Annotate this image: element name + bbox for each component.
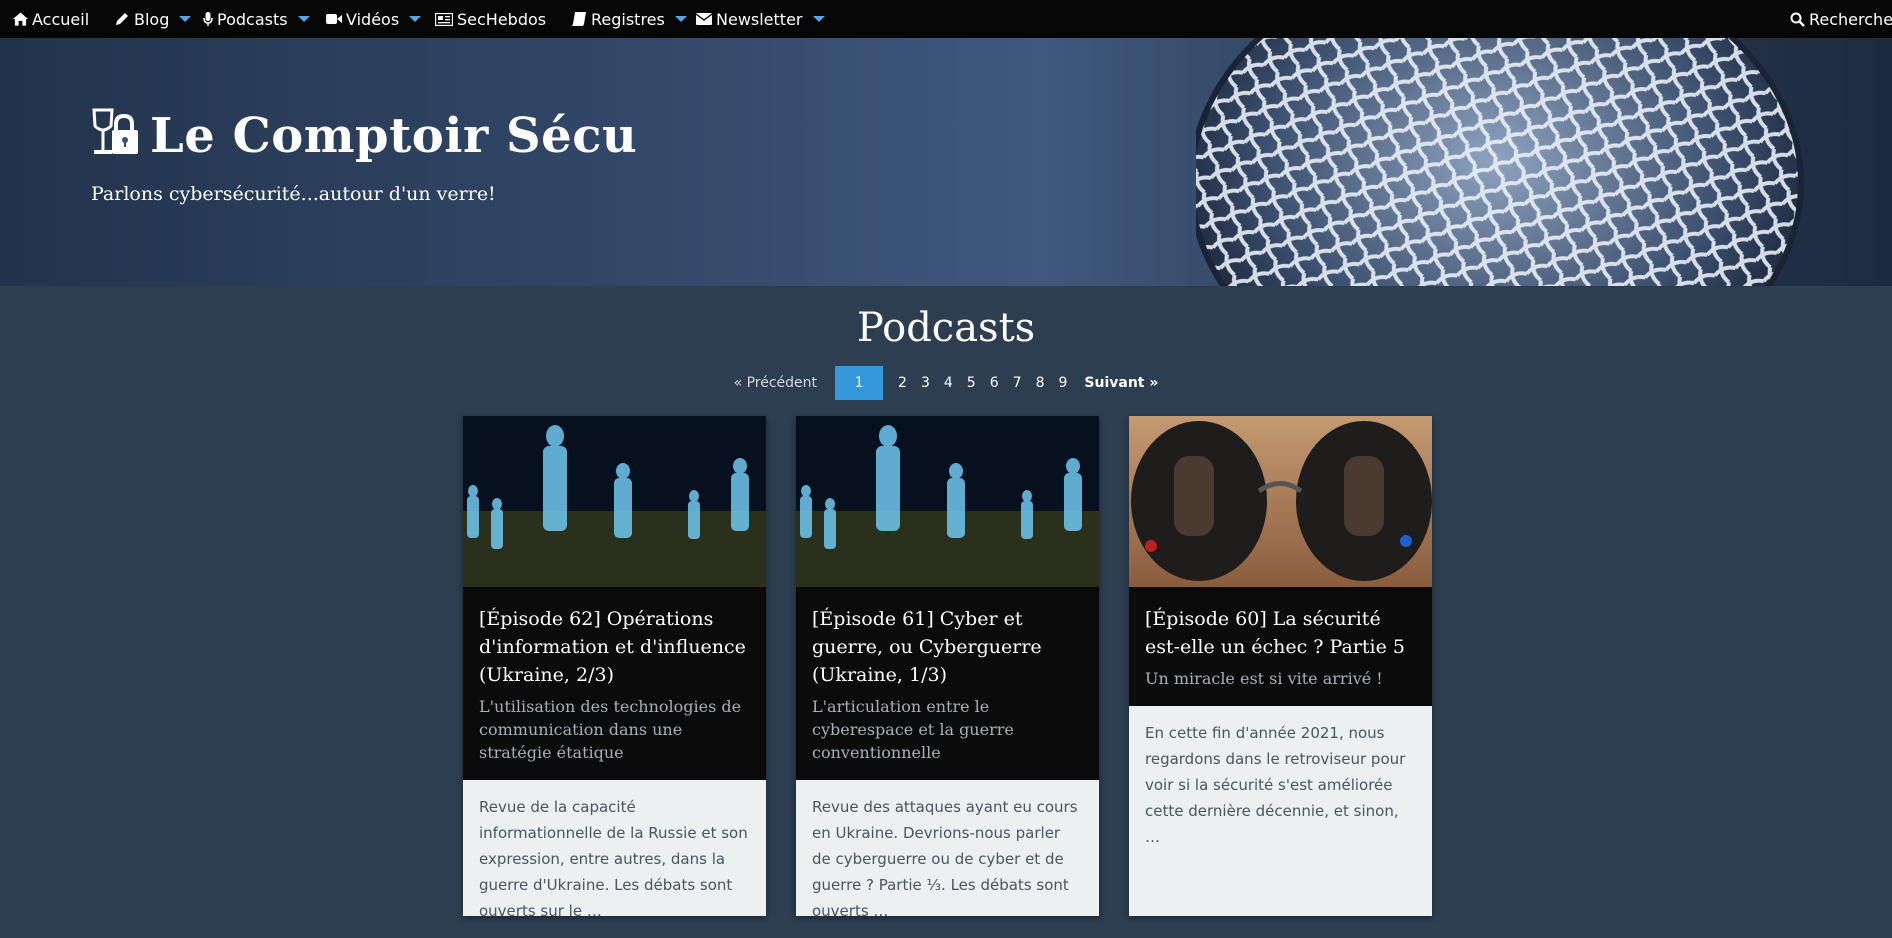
nav-label: Vidéos: [346, 9, 400, 29]
card-subtitle: L'utilisation des technologies de commun…: [479, 697, 742, 762]
card-header: [Épisode 61] Cyber et guerre, ou Cybergu…: [796, 587, 1099, 780]
newspaper-icon: [435, 11, 453, 27]
nav-item-newsletter[interactable]: Newsletter: [696, 0, 825, 38]
chevron-down-icon: [674, 16, 687, 22]
pagination-page[interactable]: 3: [921, 375, 930, 391]
card-excerpt: Revue de la capacité informationnelle de…: [479, 798, 748, 920]
nav-label: Blog: [134, 9, 170, 29]
microphone-icon: [203, 11, 213, 27]
video-camera-icon: [326, 11, 342, 27]
pagination-previous[interactable]: « Précédent: [734, 375, 817, 391]
nav-item-sechebdos[interactable]: SecHebdos: [435, 0, 546, 38]
site-title: Le Comptoir Sécu: [150, 108, 638, 164]
nav-label: Podcasts: [217, 9, 288, 29]
nav-item-podcasts[interactable]: Podcasts: [203, 0, 310, 38]
site-tagline: Parlons cybersécurité...autour d'un verr…: [91, 183, 496, 205]
wine-glass-lock-icon: [90, 108, 140, 164]
nav-item-videos[interactable]: Vidéos: [326, 0, 422, 38]
nav-item-registres[interactable]: Registres: [571, 0, 687, 38]
microphone-grille-image: [1196, 38, 1804, 286]
search-label: Recherche: [1809, 9, 1892, 29]
top-navbar: Accueil Blog Podcasts Vidéos SecHebdos R…: [0, 0, 1892, 38]
card-title[interactable]: [Épisode 60] La sécurité est-elle un éch…: [1145, 605, 1416, 661]
search-icon: [1789, 11, 1805, 27]
pagination-page[interactable]: 7: [1013, 375, 1022, 391]
card-subtitle: Un miracle est si vite arrivé !: [1145, 669, 1383, 688]
envelope-icon: [696, 11, 712, 27]
chevron-down-icon: [179, 16, 192, 22]
pagination-page-current[interactable]: 1: [835, 366, 884, 400]
matrix-figures-image: [463, 416, 766, 587]
matrix-figures-image: [796, 416, 1099, 587]
nav-item-blog[interactable]: Blog: [114, 0, 192, 38]
pagination-next[interactable]: Suivant »: [1084, 375, 1158, 391]
card-header: [Épisode 60] La sécurité est-elle un éch…: [1129, 587, 1432, 706]
card-header: [Épisode 62] Opérations d'information et…: [463, 587, 766, 780]
pencil-icon: [114, 11, 130, 27]
podcast-card[interactable]: [Épisode 62] Opérations d'information et…: [463, 416, 766, 920]
nav-label: SecHebdos: [457, 9, 547, 29]
pagination-page[interactable]: 8: [1036, 375, 1045, 391]
pagination: « Précédent 1 2 3 4 5 6 7 8 9 Suivant »: [0, 366, 1892, 400]
chevron-down-icon: [297, 16, 310, 22]
podcast-card[interactable]: [Épisode 60] La sécurité est-elle un éch…: [1129, 416, 1432, 916]
home-icon: [12, 11, 28, 27]
pagination-page[interactable]: 4: [944, 375, 953, 391]
card-title[interactable]: [Épisode 62] Opérations d'information et…: [479, 605, 750, 689]
site-header: Le Comptoir Sécu Parlons cybersécurité..…: [0, 38, 1892, 286]
site-logo[interactable]: Le Comptoir Sécu: [90, 108, 637, 164]
card-excerpt: En cette fin d'année 2021, nous regardon…: [1145, 724, 1406, 846]
card-excerpt: Revue des attaques ayant eu cours en Ukr…: [812, 798, 1078, 920]
pagination-page[interactable]: 2: [898, 375, 907, 391]
pagination-page[interactable]: 5: [967, 375, 976, 391]
podcast-card[interactable]: [Épisode 61] Cyber et guerre, ou Cybergu…: [796, 416, 1099, 920]
page-title: Podcasts: [856, 305, 1036, 351]
pagination-page[interactable]: 6: [990, 375, 999, 391]
sunglasses-reflection-image: [1129, 416, 1432, 587]
chevron-down-icon: [409, 16, 422, 22]
card-subtitle: L'articulation entre le cyberespace et l…: [812, 697, 1014, 762]
search-link[interactable]: Recherche: [1789, 0, 1892, 38]
book-icon: [571, 11, 587, 27]
pagination-page[interactable]: 9: [1058, 375, 1067, 391]
nav-label: Accueil: [32, 9, 90, 29]
nav-label: Newsletter: [716, 9, 803, 29]
nav-item-accueil[interactable]: Accueil: [12, 0, 89, 38]
card-title[interactable]: [Épisode 61] Cyber et guerre, ou Cybergu…: [812, 605, 1083, 689]
chevron-down-icon: [812, 16, 825, 22]
nav-label: Registres: [591, 9, 665, 29]
